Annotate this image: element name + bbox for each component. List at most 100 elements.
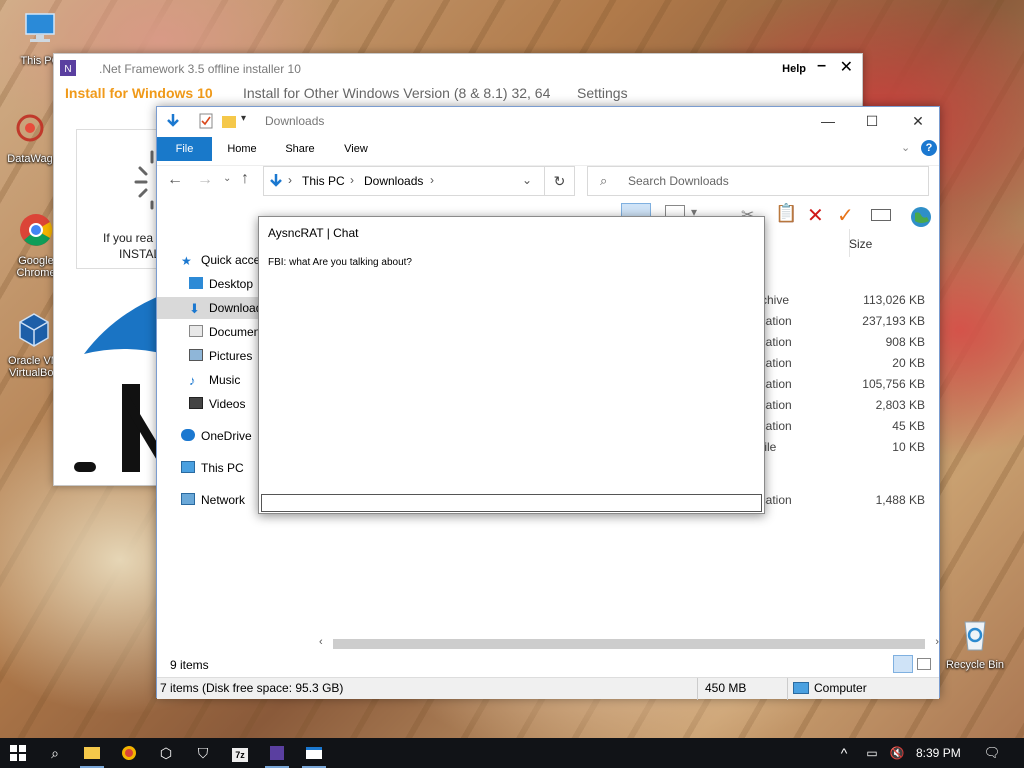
nav-item-onedrive[interactable]: OneDrive [181,425,252,447]
desktop-icon-datawag[interactable]: DataWag [0,108,60,165]
details-view-icon[interactable] [893,655,913,673]
net-minimize-button[interactable]: – [817,57,826,75]
location-status: Computer [814,681,867,695]
ribbon-tab-share[interactable]: Share [277,137,323,161]
taskbar-net-installer-icon[interactable] [259,738,295,768]
taskbar-file-explorer-icon[interactable] [74,738,110,768]
properties-icon[interactable] [199,113,213,129]
bottom-status-bar: 7 items (Disk free space: 95.3 GB) 450 M… [157,677,939,700]
install-panel-text-2: INSTAL [119,247,161,261]
breadcrumb-downloads[interactable]: Downloads [364,174,423,188]
file-row[interactable]: ication 105,756 KB [757,377,927,397]
desktop-icon-recycle-bin[interactable]: Recycle Bin [944,614,1006,671]
recent-locations-icon[interactable]: ⌄ [223,173,231,184]
svg-text:N: N [64,64,71,75]
file-size: 10 KB [892,440,925,454]
address-dropdown-icon[interactable]: ⌄ [522,173,532,187]
nav-item-music[interactable]: ♪ Music [189,369,240,391]
nav-item-videos[interactable]: Videos [189,393,245,415]
file-row[interactable]: ication 1,488 KB [757,493,927,513]
horizontal-scrollbar[interactable]: ‹ › [319,636,939,651]
taskbar-7zip-icon[interactable]: 7z [222,738,258,768]
file-size: 105,756 KB [862,377,925,391]
window-icon [306,747,322,759]
up-icon[interactable]: ↑ [241,170,249,188]
search-box[interactable]: ⌕ Search Downloads [587,166,929,196]
pictures-folder-icon [189,349,203,361]
forward-icon[interactable]: → [197,171,213,189]
show-hidden-icons-icon[interactable]: ^ [834,738,854,768]
breadcrumb-this-pc[interactable]: This PC [302,174,345,188]
taskbar-app-window-icon[interactable] [296,738,332,768]
explorer-maximize-button[interactable]: ☐ [849,107,895,135]
desktop-icon-label: DataWag [7,153,53,165]
download-folder-icon: ⬇ [189,301,200,316]
quick-access-dropdown-icon[interactable]: ▾ [241,113,246,124]
dotnet-logo [74,294,164,472]
help-icon[interactable]: ? [921,140,937,156]
chrome-icon [122,746,136,760]
volume-muted-icon[interactable]: 🔇 [886,738,908,768]
star-icon: ★ [181,254,192,268]
scroll-right-icon[interactable]: › [935,636,939,648]
delete-icon[interactable]: ✕ [807,203,824,228]
network-tray-icon[interactable]: ▭ [860,738,884,768]
address-bar[interactable]: › This PC › Downloads › ⌄ [263,166,545,196]
ribbon-tab-file[interactable]: File [157,137,212,161]
file-row[interactable]: rchive 113,026 KB [757,293,927,313]
desktop-icon-label: Google Chrome [16,255,56,279]
size-column-header[interactable]: Size [849,237,872,251]
tab-settings[interactable]: Settings [577,85,628,101]
scroll-thumb[interactable] [333,639,925,649]
net-close-button[interactable]: ✕ [840,57,853,77]
nav-item-desktop[interactable]: Desktop [189,273,253,295]
large-icons-view-icon[interactable] [917,658,931,670]
explorer-window-title: Downloads [265,114,325,128]
scroll-left-icon[interactable]: ‹ [319,636,323,648]
virtualbox-icon [19,313,49,347]
item-count: 9 items [170,658,209,672]
nav-item-network[interactable]: Network [181,489,245,511]
nav-item-pictures[interactable]: Pictures [189,345,252,367]
datawag-icon [16,114,44,142]
tab-install-windows-10[interactable]: Install for Windows 10 [65,85,213,101]
navigation-pane: ★Quick access Desktop ⬇Downloads Documen… [157,247,272,637]
computer-icon [793,682,809,694]
taskbar-clock[interactable]: 8:39 PM [916,738,961,768]
paste-icon[interactable]: 📋 [775,203,797,224]
help-button[interactable]: Help [782,63,806,75]
net-window-title: .Net Framework 3.5 offline installer 10 [99,62,301,76]
file-row[interactable]: ication 45 KB [757,419,927,439]
nav-item-this-pc[interactable]: This PC [181,457,244,479]
taskbar-virtualbox-icon[interactable]: ⬡ [148,738,184,768]
taskbar-shield-icon[interactable]: ⛉ [185,738,221,768]
checkmark-icon[interactable]: ✓ [837,203,854,228]
nav-item-downloads[interactable]: ⬇ Downloads [157,297,259,319]
globe-icon[interactable] [909,205,933,229]
new-folder-icon[interactable] [221,113,237,129]
file-row[interactable]: ication 237,193 KB [757,314,927,334]
file-row[interactable]: ication 20 KB [757,356,927,376]
taskbar-search-icon[interactable]: ⌕ [37,738,73,768]
nav-label: Network [201,493,246,507]
tab-install-other-windows[interactable]: Install for Other Windows Version (8 & 8… [243,85,550,101]
back-icon[interactable]: ← [167,171,183,189]
explorer-title-bar[interactable]: ▾ Downloads — ☐ ✕ [157,107,939,135]
refresh-button[interactable]: ↻ [545,166,575,196]
ribbon-tabs: File Home Share View ⌄ ? [157,137,939,161]
action-center-icon[interactable]: 🗨 [978,738,1006,768]
chat-input[interactable] [261,494,762,512]
explorer-close-button[interactable]: ✕ [895,107,941,135]
ribbon-tab-home[interactable]: Home [219,137,265,161]
taskbar-chrome-icon[interactable] [111,738,147,768]
nav-label: Pictures [209,349,253,363]
file-row[interactable]: ication 908 KB [757,335,927,355]
ribbon-expand-icon[interactable]: ⌄ [901,141,910,154]
ribbon-tab-view[interactable]: View [333,137,379,161]
explorer-minimize-button[interactable]: — [805,107,851,135]
file-row[interactable]: ication 2,803 KB [757,398,927,418]
start-button[interactable] [0,738,36,768]
rename-icon[interactable] [871,209,891,221]
file-row[interactable]: File 10 KB [757,440,927,460]
desktop-icon-label: Recycle Bin [945,659,1005,671]
